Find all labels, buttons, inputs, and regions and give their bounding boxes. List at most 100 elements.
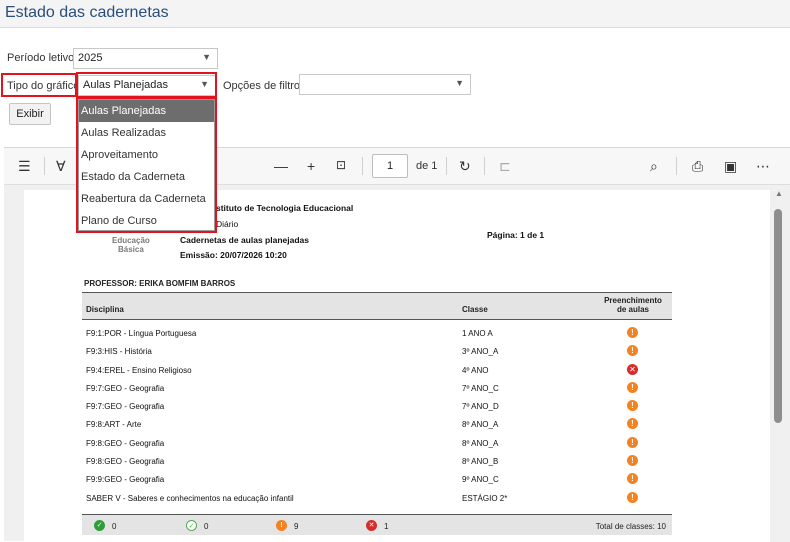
col-classe: Classe	[462, 305, 488, 314]
highlight-icon[interactable]: ∀	[56, 158, 66, 175]
row-disciplina: F9:4:EREL - Ensino Religioso	[86, 365, 192, 375]
warning-icon: !	[627, 473, 638, 485]
row-disciplina: F9:9:GEO - Geografia	[86, 475, 165, 485]
report-table: Disciplina Classe Preenchimento de aulas…	[82, 292, 672, 507]
row-classe: 1 ANO A	[462, 329, 493, 338]
col-preenchimento-2: de aulas	[616, 305, 649, 314]
fit-width-icon[interactable]: ⊡	[336, 158, 346, 172]
highlight-box-select	[76, 72, 217, 98]
dropdown-option[interactable]: Reabertura da Caderneta	[79, 188, 214, 210]
pdf-page: Educação Básica stituto de Tecnologia Ed…	[24, 190, 776, 542]
row-classe: 3º ANO_A	[462, 347, 499, 357]
row-classe: 7º ANO_C	[462, 383, 499, 393]
partial-check-icon: ✓	[186, 520, 197, 531]
toolbar-separator	[446, 157, 447, 175]
search-icon[interactable]: ⌕	[650, 158, 658, 175]
zoom-in-icon[interactable]: +	[307, 158, 315, 174]
col-preenchimento: Preenchimento de aulas	[598, 296, 668, 314]
warning-icon: !	[627, 381, 638, 393]
dropdown-option[interactable]: Estado da Caderneta	[79, 166, 214, 188]
chevron-down-icon: ▼	[202, 52, 211, 62]
toolbar-separator	[362, 157, 363, 175]
error-icon: ✕	[627, 363, 638, 375]
table-row: F9:7:GEO - Geografia 7º ANO_D!	[82, 397, 672, 415]
scrollbar-thumb[interactable]	[774, 209, 782, 423]
scroll-up-icon[interactable]: ▲	[775, 189, 783, 198]
chevron-down-icon: ▼	[455, 78, 464, 88]
row-disciplina: F9:7:GEO - Geografia	[86, 402, 165, 412]
warning-icon: !	[627, 400, 638, 412]
exibir-button[interactable]: Exibir	[9, 103, 51, 125]
row-classe: 4º ANO	[462, 365, 489, 375]
col-preenchimento-1: Preenchimento	[604, 296, 662, 305]
highlight-box-label	[1, 73, 77, 97]
list-icon[interactable]: ☰	[18, 158, 31, 175]
dropdown-option[interactable]: Aulas Realizadas	[79, 122, 214, 144]
table-footer: ✓ 0 ✓ 0 ! 9 ✕ 1 Total de classes: 10	[82, 514, 672, 535]
opcoes-label: Opções de filtro:	[223, 80, 304, 92]
error-icon: ✕	[366, 520, 377, 531]
table-row: F9:8:GEO - Geografia 8º ANO_A!	[82, 434, 672, 452]
vertical-scrollbar[interactable]: ▲	[770, 185, 790, 542]
more-icon[interactable]: ⋯	[756, 158, 770, 175]
err-count: 1	[384, 522, 389, 531]
warning-icon: !	[627, 436, 638, 448]
toolbar-separator	[484, 157, 485, 175]
row-classe: 8º ANO_A	[462, 420, 499, 430]
page-number-input[interactable]: 1	[372, 154, 408, 178]
row-disciplina: F9:8:GEO - Geografia	[86, 438, 165, 448]
table-body: F9:1:POR - Língua Portuguesa 1 ANO A! F9:3…	[82, 320, 672, 507]
table-row: F9:9:GEO - Geografia 9º ANO_C!	[82, 470, 672, 488]
row-disciplina: F9:8:ART - Arte	[86, 420, 142, 430]
periodo-select[interactable]: 2025 ▼	[73, 48, 218, 69]
opcoes-select[interactable]: ▼	[299, 74, 471, 95]
warning-icon: !	[627, 327, 638, 338]
table-row: F9:3:HIS - História 3º ANO_A!	[82, 342, 672, 360]
dropdown-option[interactable]: Aulas Planejadas	[79, 100, 214, 122]
dropdown-option[interactable]: Plano de Curso	[79, 210, 214, 232]
emission-date: Emissão: 20/07/2026 10:20	[180, 250, 287, 260]
table-row: F9:8:GEO - Geografia 8º ANO_B!	[82, 452, 672, 470]
table-row: F9:1:POR - Língua Portuguesa 1 ANO A!	[82, 324, 672, 342]
periodo-label: Período letivo:	[7, 52, 78, 64]
row-classe: ESTÁGIO 2*	[462, 493, 508, 503]
row-disciplina: F9:3:HIS - História	[86, 347, 152, 357]
toolbar-separator	[676, 157, 677, 175]
warning-icon: !	[627, 491, 638, 503]
page-indicator: Página: 1 de 1	[487, 230, 545, 240]
logo-line2: Básica	[118, 245, 144, 254]
check-icon: ✓	[94, 520, 105, 531]
rotate-icon[interactable]: ↻	[459, 158, 471, 175]
col-disciplina: Disciplina	[86, 305, 124, 314]
save-icon[interactable]: ▣	[724, 158, 737, 175]
warning-icon: !	[627, 345, 638, 357]
two-page-icon[interactable]: ⊏	[499, 158, 511, 175]
zoom-out-icon[interactable]: —	[274, 158, 288, 174]
periodo-value: 2025	[78, 52, 103, 64]
total-classes: Total de classes: 10	[595, 522, 666, 531]
dropdown-option[interactable]: Aproveitamento	[79, 144, 214, 166]
warning-icon: !	[627, 418, 638, 430]
row-classe: 8º ANO_A	[462, 438, 499, 448]
toolbar-separator	[44, 157, 45, 175]
table-row: F9:8:ART - Arte 8º ANO_A!	[82, 415, 672, 433]
table-header: Disciplina Classe Preenchimento de aulas	[82, 292, 672, 320]
institute-name: stituto de Tecnologia Educacional	[216, 203, 354, 213]
row-disciplina: SABER V - Saberes e conhecimentos na edu…	[86, 493, 294, 503]
page-count: de 1	[416, 160, 438, 172]
partial-count: 0	[204, 522, 209, 531]
row-disciplina: F9:7:GEO - Geografia	[86, 383, 165, 393]
ok-count: 0	[112, 522, 117, 531]
warning-icon: !	[276, 520, 287, 531]
row-classe: 8º ANO_B	[462, 457, 499, 467]
warning-icon: !	[627, 455, 638, 467]
table-row: F9:7:GEO - Geografia 7º ANO_C!	[82, 379, 672, 397]
logo-line1: Educação	[112, 236, 150, 245]
warn-count: 9	[294, 522, 299, 531]
row-classe: 9º ANO_C	[462, 475, 499, 485]
system-name: Diário	[216, 219, 239, 229]
tipo-dropdown-list: Aulas Planejadas Aulas Realizadas Aproveit…	[78, 99, 215, 231]
page-title: Estado das cadernetas	[5, 4, 169, 21]
row-disciplina: F9:1:POR - Língua Portuguesa	[86, 329, 197, 338]
print-icon[interactable]: ⎙	[692, 158, 703, 175]
